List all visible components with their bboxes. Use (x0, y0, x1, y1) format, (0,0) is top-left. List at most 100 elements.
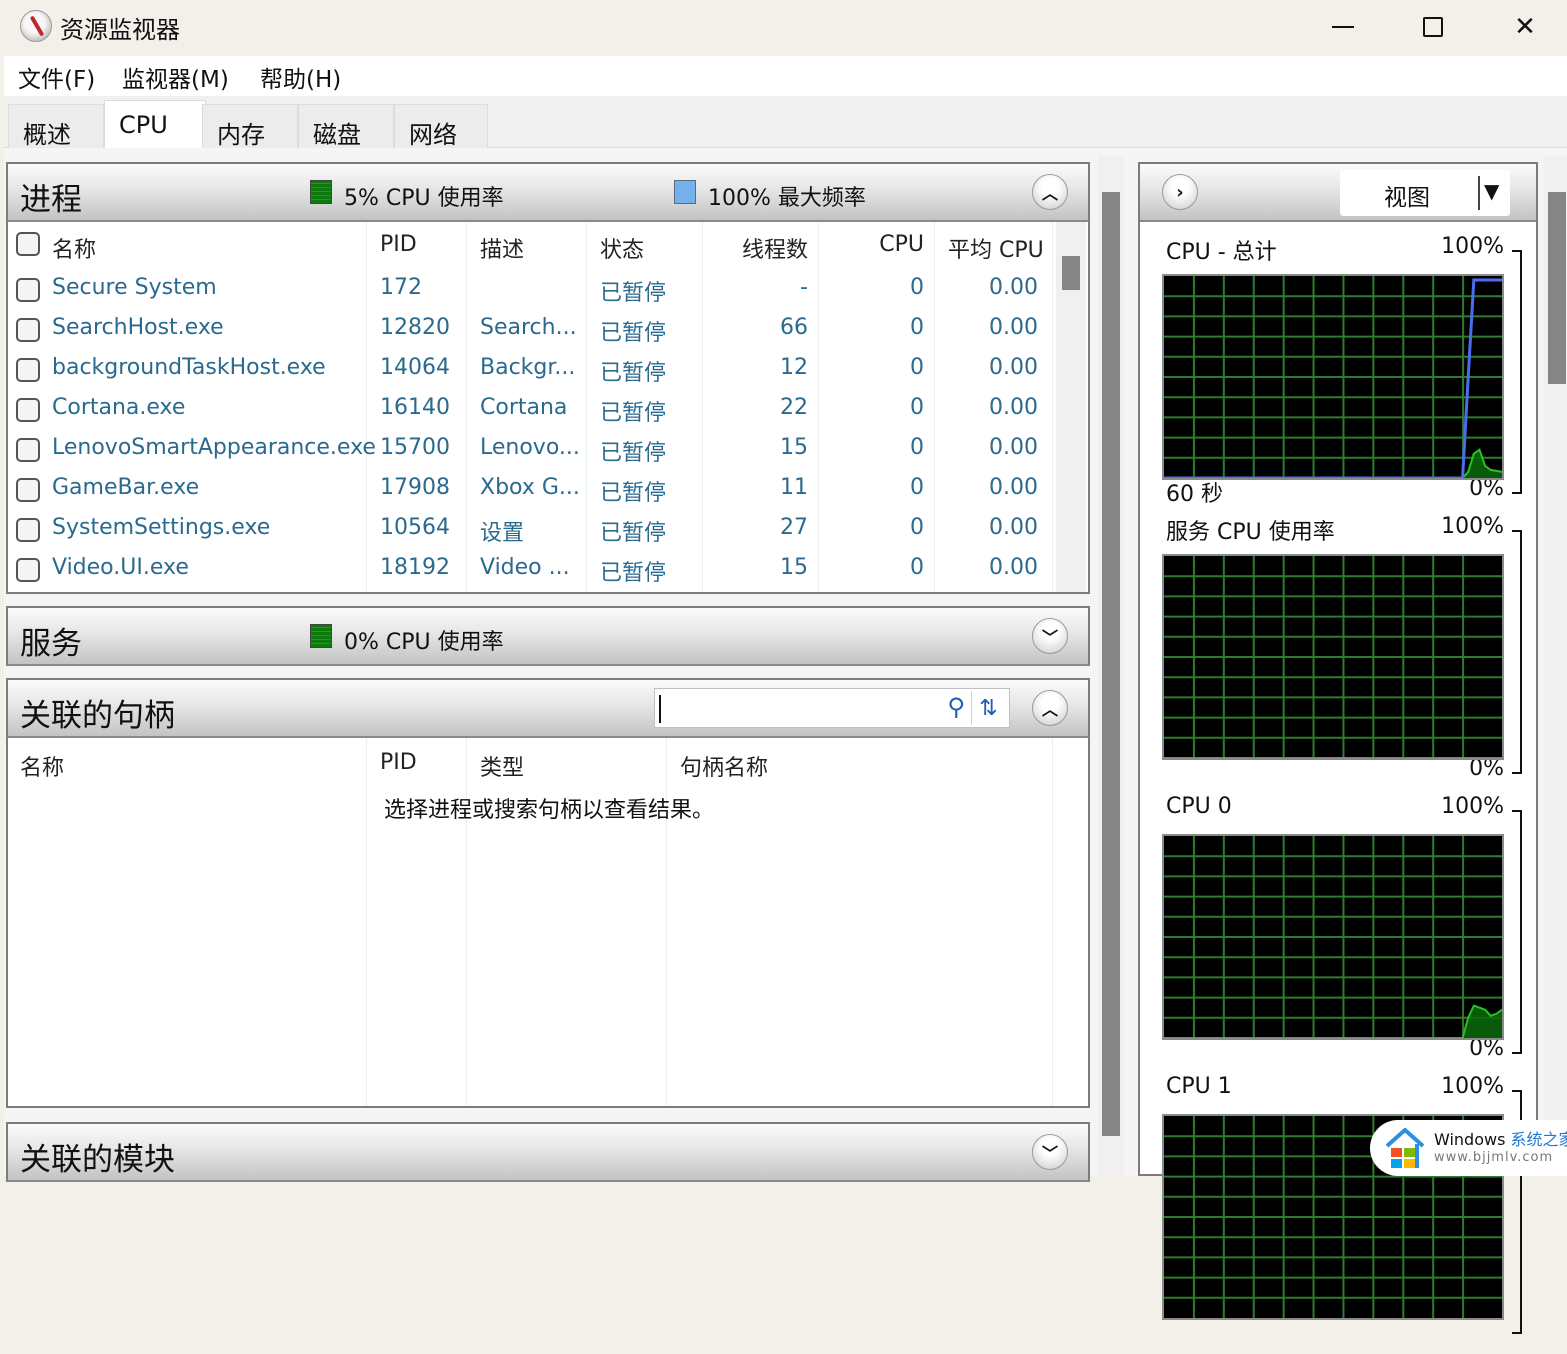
process-row[interactable]: Video.UI.exe18192Video ...已暂停1500.00 (8, 550, 1058, 590)
handles-column-pid[interactable]: PID (380, 750, 417, 775)
column-header-average-cpu[interactable]: 平均 CPU (948, 232, 1044, 264)
maximize-button[interactable] (1410, 8, 1456, 46)
processes-scrollbar[interactable] (1056, 222, 1086, 592)
graph-max-label: 100% (1441, 234, 1504, 259)
process-cpu: 0 (824, 315, 924, 340)
process-checkbox[interactable] (16, 438, 40, 462)
process-cpu: 0 (824, 515, 924, 540)
process-average-cpu: 0.00 (938, 355, 1038, 380)
watermark-title: Windows 系统之家 (1434, 1126, 1567, 1150)
process-name: LenovoSmartAppearance.exe (52, 435, 376, 460)
menu-monitor[interactable]: 监视器(M) (122, 60, 229, 94)
process-name: backgroundTaskHost.exe (52, 355, 326, 380)
process-cpu: 0 (824, 435, 924, 460)
view-label: 视图 (1384, 178, 1430, 212)
title-bar: 资源监视器 ✕ (4, 0, 1567, 56)
process-threads: - (708, 275, 808, 300)
process-row[interactable]: SearchHost.exe12820Search...已暂停6600.00 (8, 310, 1058, 350)
tab-overview[interactable]: 概述 (8, 104, 104, 148)
services-header[interactable]: 服务 0% CPU 使用率 ﹀ (6, 606, 1090, 666)
column-header-pid[interactable]: PID (380, 232, 417, 257)
column-header-description[interactable]: 描述 (480, 232, 524, 264)
dropdown-arrow-icon: ▼ (1484, 179, 1499, 203)
processes-header[interactable]: 进程 5% CPU 使用率 100% 最大频率 ︿ (6, 162, 1090, 222)
process-average-cpu: 0.00 (938, 475, 1038, 500)
modules-header[interactable]: 关联的模块 ﹀ (6, 1122, 1090, 1182)
refresh-search-icon[interactable]: ⇅ (971, 691, 1005, 725)
left-pane-scrollbar[interactable] (1098, 156, 1124, 1176)
process-row[interactable]: backgroundTaskHost.exe14064Backgr...已暂停1… (8, 350, 1058, 390)
text-cursor (659, 695, 661, 723)
close-button[interactable]: ✕ (1502, 8, 1548, 46)
process-checkbox[interactable] (16, 558, 40, 582)
process-checkbox[interactable] (16, 358, 40, 382)
process-row[interactable]: LenovoSmartAppearance.exe15700Lenovo...已… (8, 430, 1058, 470)
handles-column-handle-name[interactable]: 句柄名称 (680, 750, 768, 782)
column-header-name[interactable]: 名称 (52, 232, 96, 264)
processes-collapse-button[interactable]: ︿ (1032, 174, 1068, 210)
process-threads: 22 (708, 395, 808, 420)
chevron-right-icon: › (1176, 182, 1183, 203)
graph-max-label: 100% (1441, 514, 1504, 539)
handles-table: ^ 名称 PID 类型 句柄名称 选择进程或搜索句柄以查看结果。 (6, 738, 1090, 1108)
process-description: Video ... (480, 555, 570, 580)
process-row[interactable]: Cortana.exe16140Cortana已暂停2200.00 (8, 390, 1058, 430)
process-pid: 14064 (380, 355, 450, 380)
graph-plot (1164, 836, 1502, 1038)
left-pane-scrollbar-thumb[interactable] (1102, 192, 1120, 1136)
tab-network[interactable]: 网络 (394, 104, 488, 148)
modules-expand-button[interactable]: ﹀ (1032, 1134, 1068, 1170)
process-pid: 10564 (380, 515, 450, 540)
process-description: Xbox G... (480, 475, 580, 500)
menu-help[interactable]: 帮助(H) (260, 60, 341, 94)
select-all-checkbox[interactable] (16, 232, 40, 256)
process-checkbox[interactable] (16, 478, 40, 502)
handles-collapse-button[interactable]: ︿ (1032, 690, 1068, 726)
process-checkbox[interactable] (16, 398, 40, 422)
minimize-button[interactable] (1320, 8, 1366, 46)
process-status: 已暂停 (600, 435, 666, 467)
search-icon[interactable]: ⚲ (947, 693, 965, 721)
process-pid: 16140 (380, 395, 450, 420)
process-row[interactable]: SystemSettings.exe10564设置已暂停2700.00 (8, 510, 1058, 550)
process-average-cpu: 0.00 (938, 435, 1038, 460)
handles-search-input[interactable]: ⚲ ⇅ (654, 688, 1010, 728)
collapse-graphs-button[interactable]: › (1162, 174, 1198, 210)
view-dropdown[interactable]: 视图 ▼ (1340, 170, 1510, 216)
column-header-threads[interactable]: 线程数 (708, 232, 808, 264)
services-expand-button[interactable]: ﹀ (1032, 618, 1068, 654)
services-title: 服务 (20, 618, 82, 663)
process-row[interactable]: Secure System172已暂停-00.00 (8, 270, 1058, 310)
cpu-graph: CPU - 总计100%0%60 秒 (1162, 234, 1522, 514)
column-header-status[interactable]: 状态 (600, 232, 644, 264)
menu-file[interactable]: 文件(F) (18, 60, 95, 94)
minimize-icon (1332, 26, 1354, 28)
tab-cpu[interactable]: CPU (104, 100, 206, 148)
graph-title: CPU 1 (1166, 1074, 1232, 1099)
handles-column-name[interactable]: 名称 (20, 750, 64, 782)
process-pid: 15700 (380, 435, 450, 460)
column-header-cpu[interactable]: CPU (824, 232, 924, 257)
process-checkbox[interactable] (16, 318, 40, 342)
graphs-scrollbar-thumb[interactable] (1548, 192, 1566, 384)
tab-memory[interactable]: 内存 (202, 104, 298, 148)
process-checkbox[interactable] (16, 278, 40, 302)
chevron-down-icon: ﹀ (1042, 624, 1058, 648)
process-name: SearchHost.exe (52, 315, 224, 340)
handles-header[interactable]: 关联的句柄 ⚲ ⇅ ︿ (6, 678, 1090, 738)
handles-column-type[interactable]: 类型 (480, 750, 524, 782)
graph-canvas (1162, 554, 1504, 760)
handles-empty-message: 选择进程或搜索句柄以查看结果。 (384, 792, 714, 824)
process-name: SystemSettings.exe (52, 515, 270, 540)
column-separator (366, 738, 367, 1108)
process-threads: 15 (708, 435, 808, 460)
tab-disk[interactable]: 磁盘 (298, 104, 394, 148)
processes-scrollbar-thumb[interactable] (1062, 256, 1080, 290)
watermark: Windows 系统之家 www.bjjmlv.com (1370, 1120, 1567, 1176)
graph-plot (1164, 556, 1502, 758)
process-threads: 15 (708, 555, 808, 580)
process-checkbox[interactable] (16, 518, 40, 542)
process-status: 已暂停 (600, 515, 666, 547)
process-row[interactable]: GameBar.exe17908Xbox G...已暂停1100.00 (8, 470, 1058, 510)
graphs-scrollbar[interactable] (1544, 156, 1567, 1176)
